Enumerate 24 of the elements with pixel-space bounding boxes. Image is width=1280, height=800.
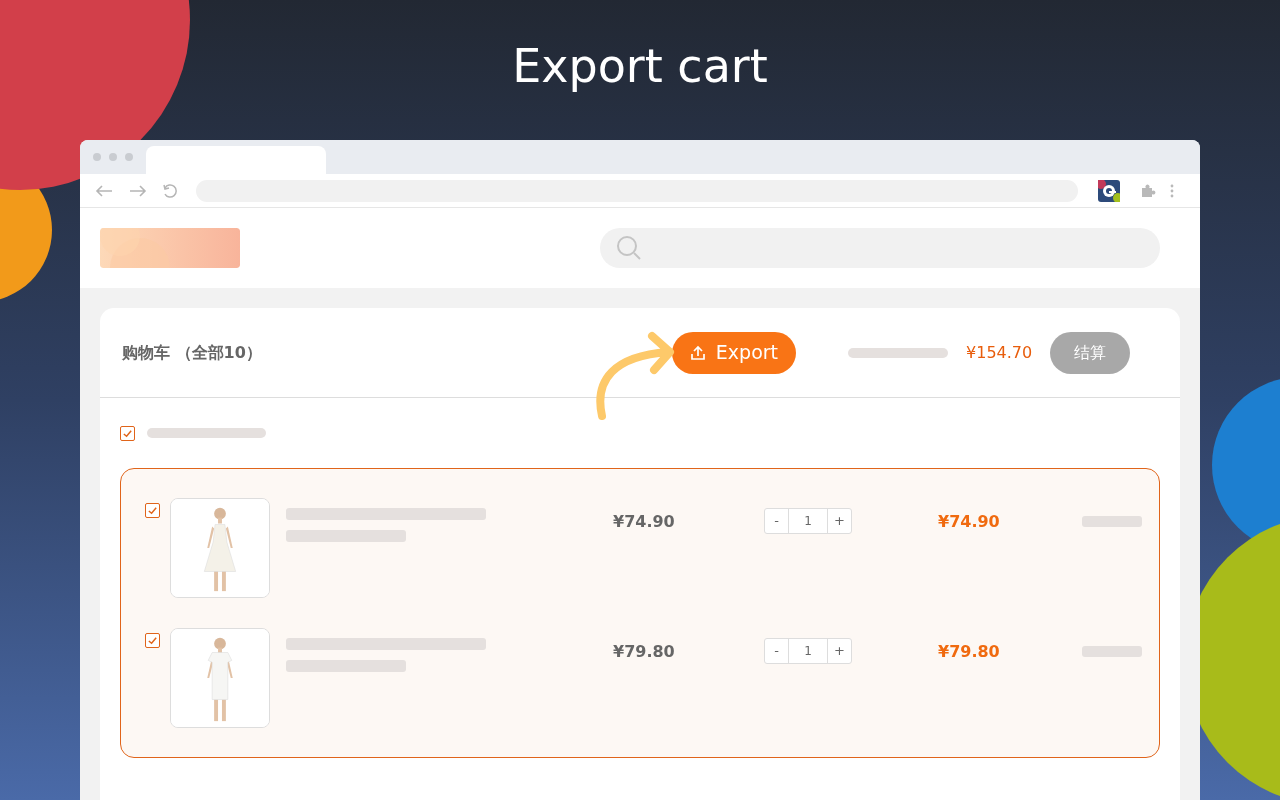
check-icon — [147, 505, 158, 516]
checkbox[interactable] — [120, 425, 135, 441]
search-field[interactable] — [600, 228, 1160, 268]
unit-price: ¥79.80 — [613, 641, 676, 663]
check-icon — [147, 635, 158, 646]
checkbox[interactable] — [145, 503, 160, 518]
extension-logo-icon[interactable] — [1098, 179, 1120, 202]
page-heading: Export cart — [512, 38, 768, 95]
checkbox[interactable] — [145, 633, 160, 648]
placeholder-bar — [1082, 646, 1142, 657]
subtotal-price: ¥79.80 — [938, 641, 1001, 663]
puzzle-icon[interactable] — [1140, 182, 1156, 199]
total-price: ¥154.70 — [966, 341, 1033, 364]
unit-price: ¥74.90 — [613, 511, 676, 533]
upload-icon — [689, 344, 706, 361]
placeholder-bar — [1082, 516, 1142, 527]
search-icon — [616, 235, 642, 261]
cart-title: 购物车 （全部10） — [122, 341, 262, 364]
forward-icon[interactable] — [128, 182, 148, 199]
reload-icon[interactable] — [162, 182, 178, 199]
back-icon[interactable] — [94, 182, 114, 199]
check-icon — [122, 427, 133, 439]
menu-icon[interactable] — [1170, 183, 1174, 198]
subtotal-price: ¥74.90 — [938, 511, 1001, 533]
